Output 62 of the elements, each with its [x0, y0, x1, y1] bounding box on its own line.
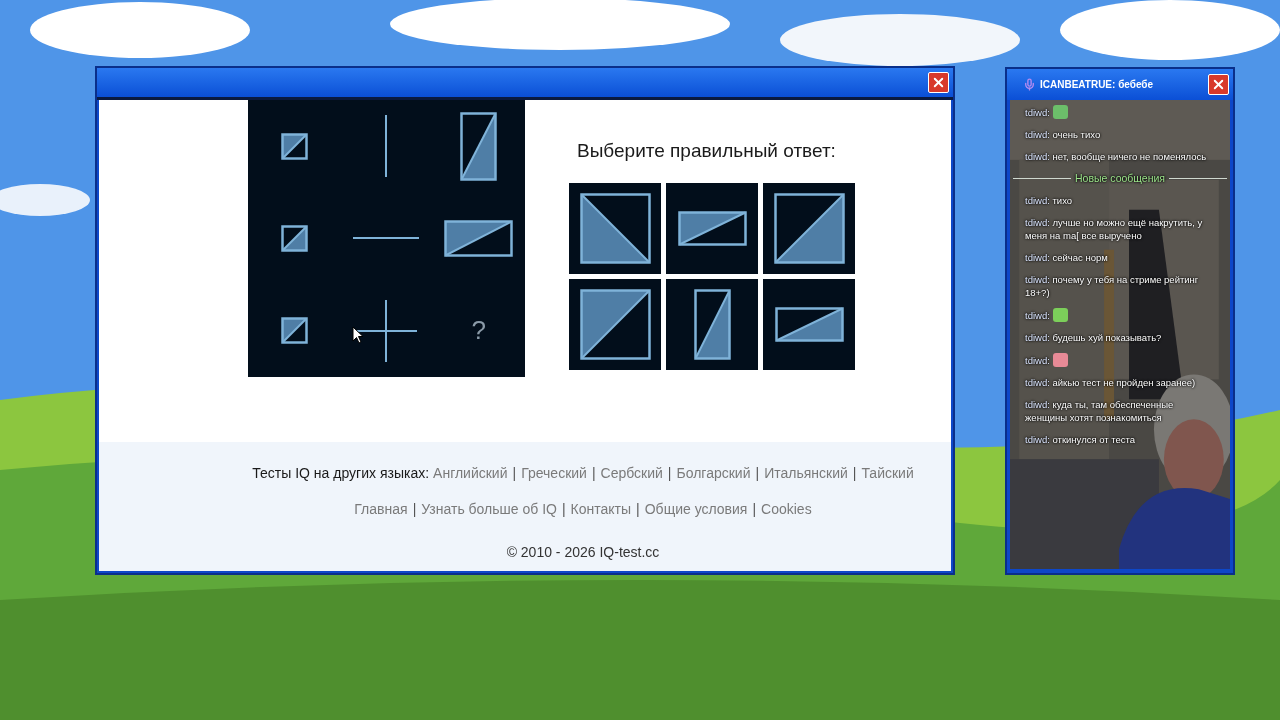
chat-message: tdiwd: сейчас норм [1025, 251, 1109, 264]
copyright: © 2010 - 2026 IQ-test.cc [506, 543, 660, 562]
shape-drawing [773, 192, 845, 264]
separator: | [667, 464, 672, 483]
close-button[interactable] [1208, 74, 1229, 95]
separator: | [512, 464, 517, 483]
chat-message: tdiwd: почему у тебя на стриме рейтинг 18+?) [1025, 273, 1200, 299]
shape-drawing [693, 288, 731, 360]
chat-message: tdiwd: откинулся от теста [1025, 433, 1137, 446]
chat-message: tdiwd: нет, вообще ничего не поменялось [1025, 150, 1208, 163]
shape-drawing [460, 111, 498, 181]
answer-option[interactable] [569, 278, 661, 370]
answer-option[interactable] [763, 278, 855, 370]
footer-link[interactable]: Cookies [761, 499, 812, 520]
shape-drawing [280, 317, 308, 345]
close-icon [931, 75, 946, 90]
cross-drawing [355, 299, 418, 362]
language-link[interactable]: Сербский [600, 463, 663, 484]
footer-link[interactable]: Общие условия [644, 499, 748, 520]
separator: | [412, 500, 417, 519]
microphone-icon [1023, 78, 1036, 91]
shape-drawing [579, 192, 651, 264]
separator: | [591, 464, 596, 483]
close-icon [1211, 77, 1226, 92]
chat-message: tdiwd: будешь хуй показывать? [1025, 331, 1163, 344]
window-title: ICANBEATRUE: бебебе [1040, 78, 1155, 92]
close-button[interactable] [928, 72, 949, 93]
new-messages-divider: Новые сообщения [1074, 172, 1166, 185]
separator: | [561, 500, 566, 519]
language-link[interactable]: Тайский [861, 463, 914, 484]
separator: | [852, 464, 857, 483]
separator: | [755, 464, 760, 483]
language-link[interactable]: Болгарский [676, 463, 751, 484]
shape-drawing [774, 306, 844, 342]
chat-message: tdiwd: тихо [1025, 194, 1074, 207]
answer-option[interactable] [763, 182, 855, 274]
chat-username: tdiwd: [1025, 353, 1050, 367]
shape-drawing [444, 220, 514, 257]
footer-link[interactable]: Контакты [570, 499, 632, 520]
shape-drawing [677, 210, 747, 246]
language-link[interactable]: Английский [433, 463, 508, 484]
chat-message: tdiwd: лучше но можно ещё накрутить, у меня на ma[ все выручено [1025, 216, 1204, 242]
answer-option[interactable] [569, 182, 661, 274]
footer-link[interactable]: Узнать больше об IQ [421, 499, 557, 520]
chat-username: tdiwd: [1025, 308, 1050, 322]
chat-username: tdiwd: [1025, 105, 1050, 119]
languages-label: Тесты IQ на других языках: [252, 464, 430, 483]
answers-heading: Выберите правильный ответ: [577, 139, 837, 163]
chat-message: tdiwd: очень тихо [1025, 128, 1102, 141]
separator: | [752, 500, 757, 519]
answer-option[interactable] [666, 182, 758, 274]
footer-link[interactable]: Главная [354, 499, 408, 520]
separator: | [636, 500, 640, 519]
answer-option[interactable] [666, 278, 758, 370]
shape-drawing [579, 288, 651, 360]
language-link[interactable]: Греческий [521, 463, 587, 484]
language-link[interactable]: Итальянский [764, 463, 848, 484]
chat-message: tdiwd: куда ты, там обеспеченные женщины хотят познакомиться [1025, 398, 1175, 424]
cursor-icon [352, 326, 364, 344]
question-mark: ? [471, 314, 487, 348]
shape-drawing [280, 132, 308, 160]
shape-drawing [280, 225, 308, 252]
